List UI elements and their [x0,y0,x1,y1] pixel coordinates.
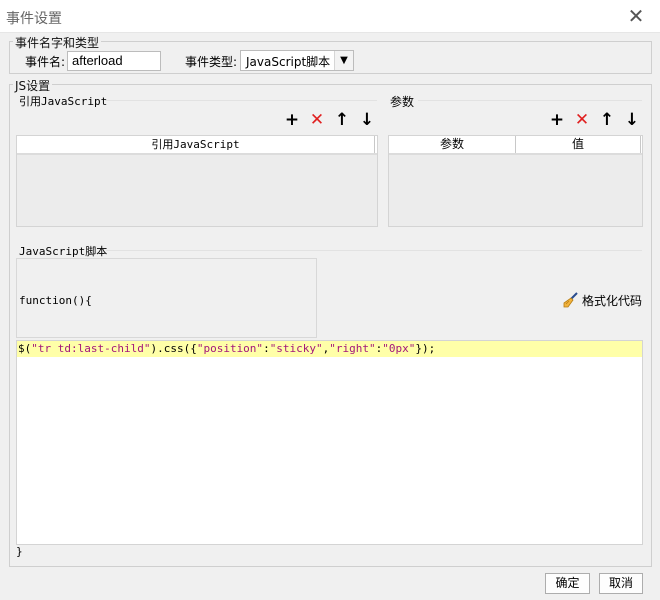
code-token: "right" [329,342,376,355]
ref-delete-icon[interactable]: ✕ [308,111,326,129]
format-code-label: 格式化代码 [582,294,643,308]
code-token: $( [18,342,32,355]
event-type-label: 事件类型: [185,55,238,69]
close-icon[interactable]: ✕ [626,5,646,27]
event-type-select[interactable]: JavaScript脚本 ▼ [240,50,354,71]
function-footer: } [16,545,23,558]
params-table[interactable]: 参数 值 [388,135,643,227]
event-name-field[interactable]: afterload [67,51,161,71]
param-add-icon[interactable]: + [548,111,566,129]
script-section-label: JavaScript脚本 [19,245,108,258]
ref-js-section-label: 引用JavaScript [19,95,108,108]
title-bar: 事件设置 ✕ [0,0,660,33]
chevron-down-icon[interactable]: ▼ [334,51,353,70]
ref-js-table-header: 引用JavaScript [17,136,377,155]
param-delete-icon[interactable]: ✕ [573,111,591,129]
param-name-column-header[interactable]: 参数 [389,136,516,153]
function-header-box: function(){ [16,258,317,338]
code-line-1[interactable]: $("tr td:last-child").css({"position":"s… [17,341,642,357]
ref-section-divider [105,100,377,101]
function-header: function(){ [19,294,92,307]
code-token: ).css({ [150,342,197,355]
event-type-value: JavaScript脚本 [246,55,331,69]
code-token: }); [415,342,436,355]
script-editor-area: function(){ $("tr td:last-child").css({"… [16,258,643,560]
event-group-legend: 事件名字和类型 [13,34,102,51]
format-code-button[interactable]: 格式化代码 [563,292,642,309]
ok-button[interactable]: 确定 [545,573,590,594]
params-section-divider [418,100,642,101]
param-move-down-icon[interactable]: ↓ [623,111,641,129]
cancel-button[interactable]: 取消 [599,573,643,594]
param-value-column-header[interactable]: 值 [516,136,641,153]
code-token: "tr td:last-child" [31,342,151,355]
code-token: "position" [196,342,264,355]
ref-move-up-icon[interactable]: ↑ [333,111,351,129]
code-editor[interactable]: $("tr td:last-child").css({"position":"s… [16,340,643,545]
code-token: "0px" [382,342,416,355]
script-section-divider [106,250,642,251]
ref-js-table[interactable]: 引用JavaScript [16,135,378,227]
param-move-up-icon[interactable]: ↑ [598,111,616,129]
event-name-label: 事件名: [25,55,66,69]
ref-move-down-icon[interactable]: ↓ [358,111,376,129]
broom-icon [563,292,578,308]
code-token: : [263,342,270,355]
ref-js-column-header[interactable]: 引用JavaScript [17,136,375,153]
code-token: "sticky" [269,342,323,355]
js-group-legend: JS设置 [13,77,53,94]
ref-add-icon[interactable]: + [283,111,301,129]
params-table-header: 参数 值 [389,136,642,155]
params-section-label: 参数 [390,95,415,109]
window-title: 事件设置 [6,11,62,27]
